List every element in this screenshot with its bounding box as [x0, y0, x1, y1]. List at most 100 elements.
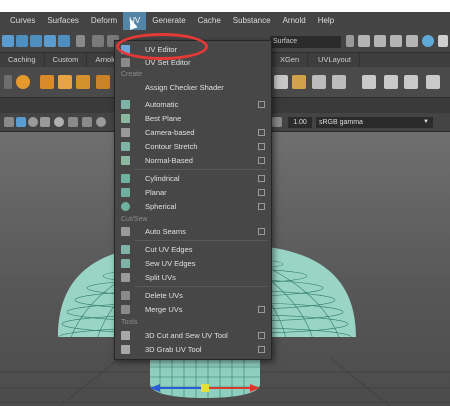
spherical-item[interactable]: Spherical	[115, 200, 271, 213]
exposure-icon[interactable]	[272, 117, 282, 127]
menu-cache[interactable]: Cache	[192, 12, 227, 30]
camera-attributes-icon[interactable]	[4, 117, 14, 127]
ambient-occlusion-icon[interactable]	[96, 117, 106, 127]
3d-grab-uv-option-box[interactable]	[258, 346, 265, 353]
ipr-render-icon[interactable]	[374, 35, 386, 47]
snap-grid-icon[interactable]	[92, 35, 104, 47]
shelf-tab-uvlayout[interactable]: UVLayout	[310, 53, 360, 67]
cube-tool-icon[interactable]	[40, 75, 54, 89]
select-object-icon[interactable]	[16, 35, 28, 47]
camera-based-item[interactable]: Camera-based	[115, 126, 271, 139]
delete-uvs-item[interactable]: Delete UVs	[115, 289, 271, 302]
render-settings-icon[interactable]	[390, 35, 402, 47]
sew-uv-edges-icon	[121, 259, 130, 268]
surface-selector[interactable]: Surface	[270, 36, 341, 48]
planar-option-box[interactable]	[258, 189, 265, 196]
torus-tool-icon[interactable]	[96, 75, 110, 89]
normal-based-option-box[interactable]	[258, 157, 265, 164]
menu-curves[interactable]: Curves	[4, 12, 41, 30]
textured-icon[interactable]	[40, 117, 50, 127]
render-frame-icon[interactable]	[346, 35, 354, 47]
uv-tool-2-icon[interactable]	[292, 75, 306, 89]
shelf-tab-caching[interactable]: Caching	[0, 53, 45, 67]
normal-based-item[interactable]: Normal-Based	[115, 154, 271, 167]
automatic-item[interactable]: Automatic	[115, 98, 271, 111]
cylindrical-item[interactable]: Cylindrical	[115, 172, 271, 185]
smooth-shade-icon[interactable]	[28, 117, 38, 127]
menu-help[interactable]: Help	[312, 12, 340, 30]
merge-uvs-item[interactable]: Merge UVs	[115, 303, 271, 316]
auto-seams-icon	[121, 227, 130, 236]
delete-uvs-icon	[121, 291, 130, 300]
planar-icon	[121, 188, 130, 197]
shelf-options-icon[interactable]	[4, 75, 12, 89]
menu-substance[interactable]: Substance	[227, 12, 277, 30]
lock-icon[interactable]	[76, 35, 85, 47]
3d-cut-sew-option-box[interactable]	[258, 332, 265, 339]
automatic-option-box[interactable]	[258, 101, 265, 108]
cut-uv-edges-item[interactable]: Cut UV Edges	[115, 243, 271, 256]
section-cut-sew: Cut/Sew	[121, 216, 148, 223]
color-space-value: sRGB gamma	[319, 119, 363, 126]
menu-deform[interactable]: Deform	[85, 12, 123, 30]
cylinder-tool-icon[interactable]	[58, 75, 72, 89]
render-icon[interactable]	[358, 35, 370, 47]
menu-arnold[interactable]: Arnold	[277, 12, 312, 30]
camera-based-option-box[interactable]	[258, 129, 265, 136]
color-space-select[interactable]: sRGB gamma ▼	[316, 117, 433, 128]
3d-cut-sew-item[interactable]: 3D Cut and Sew UV Tool	[115, 329, 271, 342]
uv-tool-4-icon[interactable]	[332, 75, 346, 89]
highlight-ring	[116, 33, 208, 60]
section-tools: Tools	[121, 319, 138, 326]
auto-seams-item[interactable]: Auto Seams	[115, 225, 271, 238]
main-menubar: Curves Surfaces Deform UV Generate Cache…	[0, 12, 450, 30]
cylindrical-option-box[interactable]	[258, 175, 265, 182]
shelf-tab-custom[interactable]: Custom	[45, 53, 88, 67]
uv-tool-3-icon[interactable]	[312, 75, 326, 89]
select-edge-icon[interactable]	[58, 35, 70, 47]
menu-surfaces[interactable]: Surfaces	[41, 12, 85, 30]
normal-based-icon	[121, 156, 130, 165]
uv-menu-dropdown: UV Editor UV Set Editor Create Assign Ch…	[114, 40, 272, 360]
best-plane-icon	[121, 114, 130, 123]
uv-tool-1-icon[interactable]	[274, 75, 288, 89]
3d-grab-uv-icon	[121, 345, 130, 354]
spherical-option-box[interactable]	[258, 203, 265, 210]
select-vertex-icon[interactable]	[44, 35, 56, 47]
curve-tool-icon[interactable]	[384, 75, 398, 89]
ep-curve-icon[interactable]	[426, 75, 440, 89]
3d-grab-uv-item[interactable]: 3D Grab UV Tool	[115, 343, 271, 356]
auto-seams-option-box[interactable]	[258, 228, 265, 235]
xray-icon[interactable]	[82, 117, 92, 127]
hypershade-icon[interactable]	[406, 35, 418, 47]
contour-stretch-option-box[interactable]	[258, 143, 265, 150]
cut-uv-edges-icon	[121, 245, 130, 254]
planar-item[interactable]: Planar	[115, 186, 271, 199]
cylindrical-icon	[121, 174, 130, 183]
split-uvs-item[interactable]: Split UVs	[115, 271, 271, 284]
spherical-icon	[121, 202, 130, 211]
3d-cut-sew-icon	[121, 331, 130, 340]
best-plane-item[interactable]: Best Plane	[115, 112, 271, 125]
contour-stretch-item[interactable]: Contour Stretch	[115, 140, 271, 153]
arnold-render-icon[interactable]	[422, 35, 434, 47]
cone-tool-icon[interactable]	[76, 75, 90, 89]
sphere-tool-icon[interactable]	[16, 75, 30, 89]
select-hierarchy-icon[interactable]	[2, 35, 14, 47]
section-create: Create	[121, 71, 143, 78]
bezier-tool-icon[interactable]	[404, 75, 418, 89]
render-view-icon[interactable]	[438, 35, 448, 47]
lights-icon[interactable]	[54, 117, 64, 127]
pencil-tool-icon[interactable]	[362, 75, 376, 89]
menu-generate[interactable]: Generate	[146, 12, 191, 30]
assign-checker-shader-item[interactable]: Assign Checker Shader	[115, 81, 271, 94]
select-component-icon[interactable]	[30, 35, 42, 47]
exposure-field[interactable]: 1.00	[288, 117, 312, 128]
shelf-tab-xgen[interactable]: XGen	[272, 53, 309, 67]
shadows-icon[interactable]	[68, 117, 78, 127]
camera-based-icon	[121, 128, 130, 137]
merge-uvs-option-box[interactable]	[258, 306, 265, 313]
wireframe-icon[interactable]	[16, 117, 26, 127]
sew-uv-edges-item[interactable]: Sew UV Edges	[115, 257, 271, 270]
merge-uvs-icon	[121, 305, 130, 314]
